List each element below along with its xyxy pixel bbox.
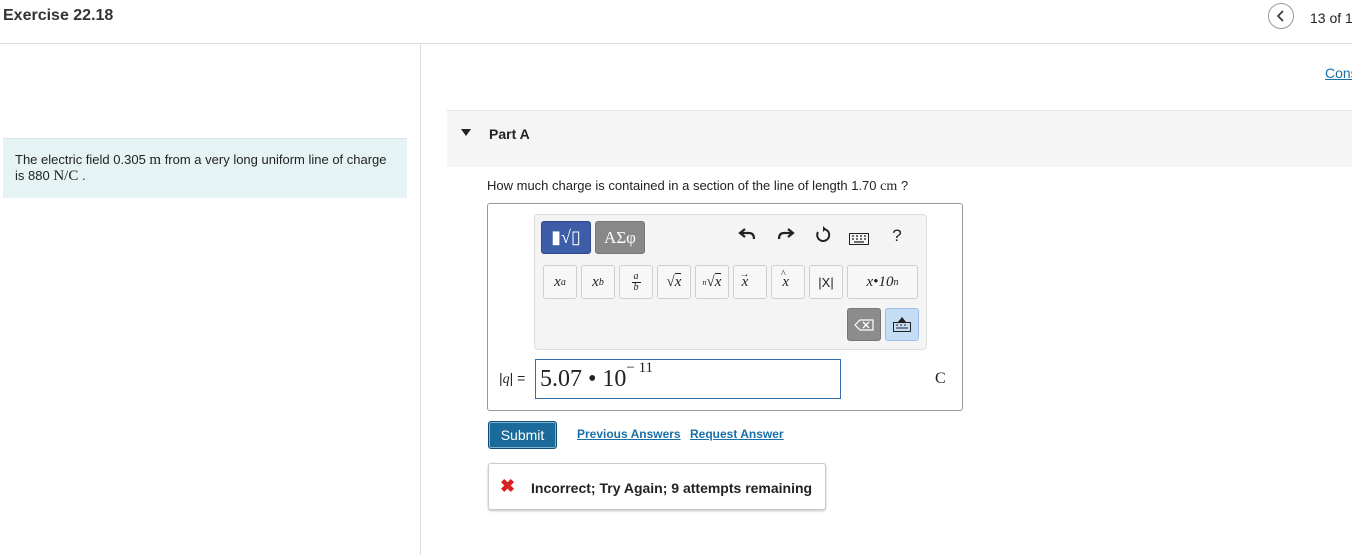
redo-icon[interactable] — [774, 226, 798, 247]
answer-label: |q| = — [499, 370, 525, 388]
scientific-notation-button[interactable]: x • 10 n — [847, 265, 918, 299]
backspace-button[interactable] — [847, 308, 881, 341]
backspace-icon — [854, 318, 874, 331]
collapse-triangle-icon[interactable] — [461, 129, 471, 136]
part-a-header[interactable] — [447, 110, 1352, 167]
answer-label-post: | = — [509, 370, 526, 386]
unit-vector-button[interactable]: x ^ — [771, 265, 805, 299]
question-text-a: How much charge is contained in a sectio… — [487, 178, 881, 193]
top-bar — [0, 0, 1352, 44]
x-mark-icon: ✖ — [500, 476, 516, 496]
keyboard-toggle-button[interactable] — [885, 308, 919, 341]
absolute-value-button[interactable]: |X| — [809, 265, 843, 299]
greek-symbols-button[interactable]: ΑΣφ — [595, 221, 645, 254]
answer-input[interactable]: 5.07 • 10− 11 — [535, 359, 841, 399]
undo-icon[interactable] — [735, 226, 759, 247]
subscript-button[interactable]: xb — [581, 265, 615, 299]
submit-button[interactable]: Submit — [488, 421, 557, 449]
reset-icon[interactable] — [811, 226, 835, 249]
problem-text-a: The electric field 0.305 — [15, 152, 150, 167]
fraction-button[interactable]: ab — [619, 265, 653, 299]
previous-item-button[interactable] — [1268, 3, 1294, 29]
exercise-title: Exercise 22.18 — [3, 7, 114, 24]
answer-unit: C — [935, 370, 946, 387]
question-unit: cm — [880, 179, 898, 194]
item-counter: 13 of 1 — [1310, 10, 1352, 26]
problem-text-c: . — [78, 168, 86, 183]
answer-value-exponent: − 11 — [626, 360, 654, 376]
keyboard-icon[interactable] — [847, 229, 871, 250]
keyboard-icon — [893, 322, 911, 332]
nth-root-button[interactable]: n √ x — [695, 265, 729, 299]
chevron-left-icon — [1276, 10, 1284, 22]
problem-statement: The electric field 0.305 m from a very l… — [3, 138, 407, 198]
part-title: Part A — [489, 126, 530, 142]
answer-variable: q — [502, 372, 510, 387]
sqrt-button[interactable]: √ x — [657, 265, 691, 299]
answer-value-base: 5.07 • 10 — [540, 366, 627, 392]
superscript-button[interactable]: xa — [543, 265, 577, 299]
question-text-b: ? — [897, 178, 909, 193]
column-divider — [420, 43, 421, 555]
previous-answers-link[interactable]: Previous Answers — [577, 427, 681, 441]
problem-unit-nc: N/C — [53, 168, 79, 184]
problem-unit-m: m — [149, 152, 162, 168]
constants-link[interactable]: Cons — [1325, 65, 1352, 81]
templates-button[interactable]: ▮√▯ — [541, 221, 591, 254]
help-button[interactable]: ? — [885, 226, 909, 246]
feedback-text: Incorrect; Try Again; 9 attempts remaini… — [531, 480, 813, 496]
vector-button[interactable]: x → — [733, 265, 767, 299]
request-answer-link[interactable]: Request Answer — [690, 427, 784, 441]
question-text: How much charge is contained in a sectio… — [487, 178, 908, 195]
